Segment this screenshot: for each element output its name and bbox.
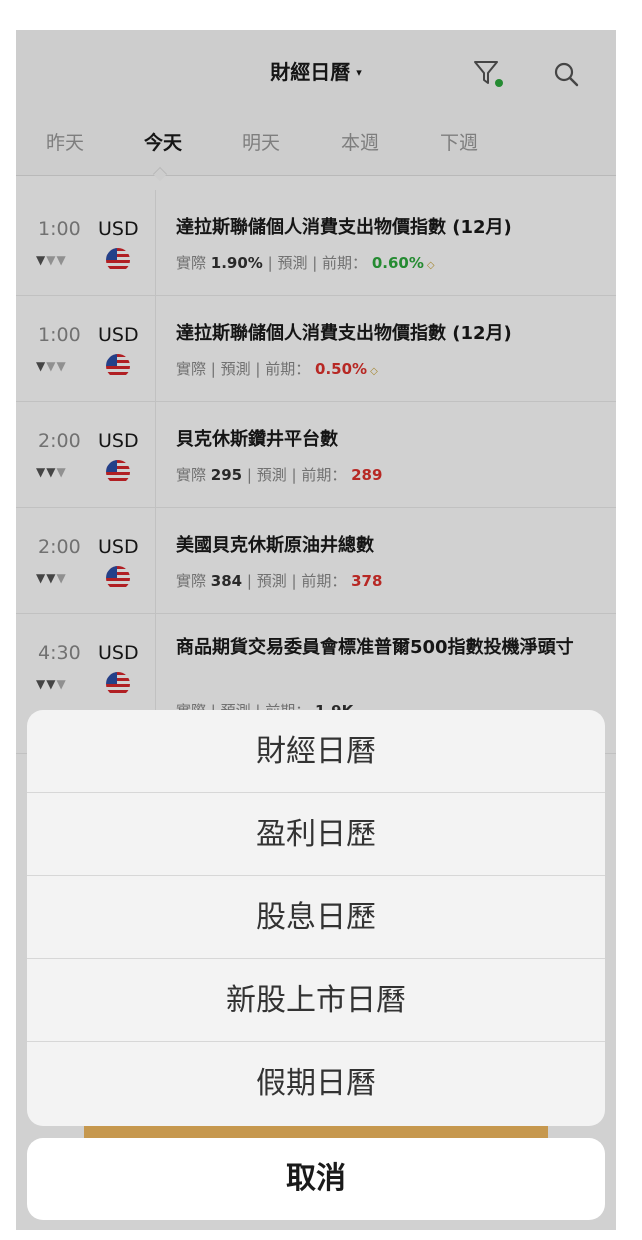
- sheet-option-dividend-calendar[interactable]: 股息日歷: [27, 876, 605, 959]
- app-screen: 財經日曆 ▾ 昨天 今天 明天 本週 下週 1:00 USD ▼▼▼ 達拉斯聯儲個…: [16, 30, 616, 1230]
- sheet-option-earnings-calendar[interactable]: 盈利日歷: [27, 793, 605, 876]
- calendar-action-sheet: 財經日曆 盈利日歷 股息日歷 新股上市日曆 假期日曆: [27, 710, 605, 1126]
- sheet-option-ipo-calendar[interactable]: 新股上市日曆: [27, 959, 605, 1042]
- sheet-option-holiday-calendar[interactable]: 假期日曆: [27, 1042, 605, 1125]
- cancel-button[interactable]: 取消: [27, 1138, 605, 1220]
- sheet-option-economic-calendar[interactable]: 財經日曆: [27, 710, 605, 793]
